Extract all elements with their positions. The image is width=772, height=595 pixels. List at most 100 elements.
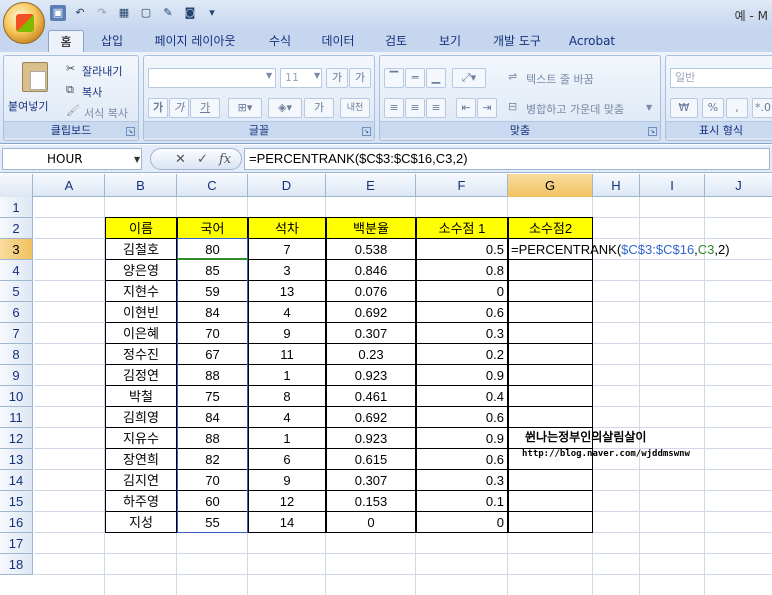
row-header-1[interactable]: 1 (0, 197, 33, 218)
table-cell-decimal2[interactable] (508, 259, 593, 281)
table-cell-percent[interactable]: 0.23 (326, 343, 416, 365)
table-cell-decimal1[interactable]: 0.9 (416, 427, 508, 449)
table-cell-korean[interactable]: 88 (177, 364, 248, 386)
row-header-2[interactable]: 2 (0, 218, 33, 239)
italic-button[interactable]: 가 (169, 98, 189, 118)
table-cell-percent[interactable]: 0.076 (326, 280, 416, 302)
orientation-button[interactable]: ⤢▾ (452, 68, 486, 88)
column-header-d[interactable]: D (248, 174, 326, 197)
grow-font-button[interactable]: 가 (326, 68, 348, 88)
table-cell-percent[interactable]: 0.923 (326, 364, 416, 386)
table-cell-percent[interactable]: 0.615 (326, 448, 416, 470)
brush-icon[interactable]: 🖌 (66, 104, 80, 117)
table-cell-decimal2[interactable] (508, 385, 593, 407)
table-cell-korean[interactable]: 85 (177, 259, 248, 281)
office-button[interactable] (3, 2, 45, 44)
cancel-icon[interactable]: ✕ (175, 151, 186, 169)
align-middle-button[interactable]: ═ (405, 68, 425, 88)
table-cell-rank[interactable]: 9 (248, 469, 326, 491)
table-header-cell[interactable]: 국어 (177, 217, 248, 239)
column-header-g[interactable]: G (508, 174, 593, 197)
align-top-button[interactable]: ▔ (384, 68, 404, 88)
table-cell-rank[interactable]: 13 (248, 280, 326, 302)
table-cell-name[interactable]: 박철 (105, 385, 177, 407)
table-cell-decimal2[interactable] (508, 322, 593, 344)
customize-qat-icon[interactable]: ▾ (204, 5, 220, 21)
table-cell-name[interactable]: 김정연 (105, 364, 177, 386)
table-cell-decimal1[interactable]: 0.1 (416, 490, 508, 512)
underline-button[interactable]: 가 (190, 98, 220, 118)
table-cell-percent[interactable]: 0.692 (326, 301, 416, 323)
comma-button[interactable]: , (726, 98, 748, 118)
table-cell-decimal2[interactable] (508, 301, 593, 323)
table-cell-percent[interactable]: 0.538 (326, 238, 416, 260)
table-cell-korean[interactable]: 88 (177, 427, 248, 449)
name-box-dropdown-icon[interactable]: ▼ (134, 155, 140, 164)
worksheet-grid[interactable]: A B C D E F G H I J 1 2 3 4 5 6 7 8 9 10 11 12 13 14 1… (0, 174, 772, 595)
table-cell-percent[interactable]: 0.923 (326, 427, 416, 449)
row-header-3[interactable]: 3 (0, 239, 33, 260)
editing-cell-g3[interactable]: =PERCENTRANK($C$3:$C$16,C3,2) (508, 238, 730, 260)
format-painter-button[interactable]: 서식 복사 (84, 105, 128, 121)
column-header-a[interactable]: A (34, 174, 105, 197)
tab-view[interactable]: 보기 (428, 30, 472, 52)
table-cell-name[interactable]: 이은혜 (105, 322, 177, 344)
column-header-e[interactable]: E (326, 174, 416, 197)
row-header-5[interactable]: 5 (0, 281, 33, 302)
table-cell-decimal1[interactable]: 0.3 (416, 469, 508, 491)
increase-decimal-button[interactable]: *.0 (752, 98, 772, 118)
clipboard-launcher-icon[interactable]: ↘ (126, 127, 135, 136)
row-header-11[interactable]: 11 (0, 407, 33, 428)
tab-developer[interactable]: 개발 도구 (482, 30, 552, 52)
wrap-text-button[interactable]: 텍스트 줄 바꿈 (526, 71, 594, 87)
undo-icon[interactable]: ↶ (72, 5, 88, 21)
print-preview-icon[interactable]: ▢ (138, 5, 154, 21)
cut-button[interactable]: 잘라내기 (82, 63, 122, 79)
table-cell-decimal1[interactable]: 0.2 (416, 343, 508, 365)
table-cell-decimal1[interactable]: 0.3 (416, 322, 508, 344)
table-cell-rank[interactable]: 7 (248, 238, 326, 260)
column-header-f[interactable]: F (416, 174, 508, 197)
table-cell-percent[interactable]: 0.153 (326, 490, 416, 512)
save-icon[interactable]: ▣ (50, 5, 66, 21)
row-header-16[interactable]: 16 (0, 512, 33, 533)
row-header-7[interactable]: 7 (0, 323, 33, 344)
tab-home[interactable]: 홈 (48, 30, 84, 52)
table-cell-rank[interactable]: 4 (248, 301, 326, 323)
row-header-13[interactable]: 13 (0, 449, 33, 470)
table-cell-rank[interactable]: 4 (248, 406, 326, 428)
font-size-dropdown-icon[interactable]: ▼ (314, 71, 320, 80)
camera-icon[interactable]: ◙ (182, 5, 198, 21)
table-cell-korean[interactable]: 82 (177, 448, 248, 470)
table-cell-korean[interactable]: 67 (177, 343, 248, 365)
font-launcher-icon[interactable]: ↘ (362, 127, 371, 136)
row-header-17[interactable]: 17 (0, 533, 33, 554)
table-cell-decimal2[interactable] (508, 511, 593, 533)
table-icon[interactable]: ▦ (116, 5, 132, 21)
merge-icon[interactable]: ⊟ (508, 100, 517, 113)
table-cell-decimal1[interactable]: 0.4 (416, 385, 508, 407)
table-cell-percent[interactable]: 0.846 (326, 259, 416, 281)
pen-icon[interactable]: ✎ (160, 5, 176, 21)
insert-function-icon[interactable]: fx (219, 151, 231, 169)
table-cell-name[interactable]: 지유수 (105, 427, 177, 449)
select-all-corner[interactable] (0, 174, 33, 197)
paste-button[interactable]: 붙여넣기 (8, 98, 48, 114)
table-cell-percent[interactable]: 0.307 (326, 322, 416, 344)
shrink-font-button[interactable]: 가 (349, 68, 371, 88)
table-header-cell[interactable]: 이름 (105, 217, 177, 239)
alignment-launcher-icon[interactable]: ↘ (648, 127, 657, 136)
merge-center-button[interactable]: 병합하고 가운데 맞춤 (526, 101, 624, 117)
table-cell-korean[interactable]: 70 (177, 469, 248, 491)
row-header-8[interactable]: 8 (0, 344, 33, 365)
font-color-button[interactable]: 가 (304, 98, 334, 118)
table-cell-decimal1[interactable]: 0.6 (416, 406, 508, 428)
row-header-12[interactable]: 12 (0, 428, 33, 449)
table-cell-name[interactable]: 지현수 (105, 280, 177, 302)
table-cell-name[interactable]: 정수진 (105, 343, 177, 365)
table-cell-rank[interactable]: 12 (248, 490, 326, 512)
column-header-i[interactable]: I (640, 174, 705, 197)
table-cell-name[interactable]: 지성 (105, 511, 177, 533)
row-header-18[interactable]: 18 (0, 554, 33, 575)
table-cell-rank[interactable]: 1 (248, 427, 326, 449)
